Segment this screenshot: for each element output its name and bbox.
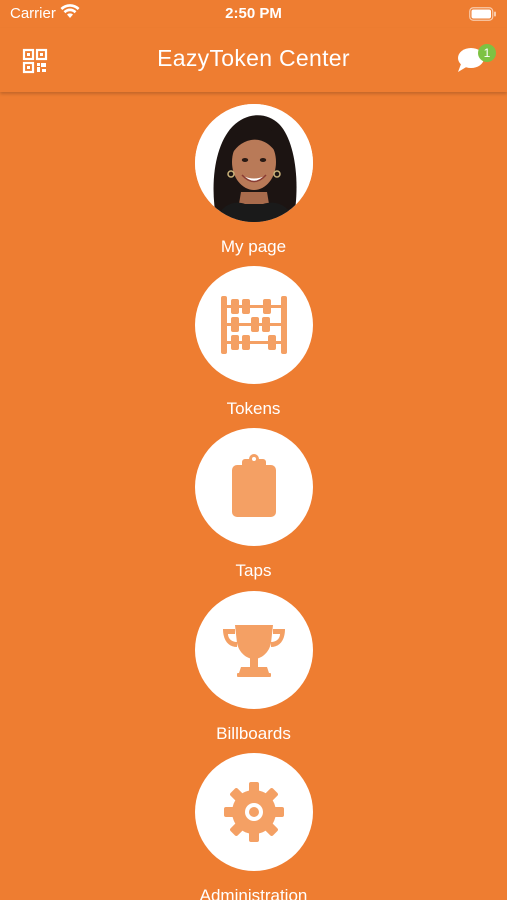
menu-label-taps: Taps	[235, 561, 272, 580]
clipboard-icon	[232, 454, 276, 517]
status-bar: Carrier 2:50 PM	[0, 0, 507, 28]
taps-button[interactable]	[195, 428, 313, 546]
menu-item-taps[interactable]: Taps	[0, 428, 507, 588]
menu-label-billboards: Billboards	[216, 724, 291, 743]
avatar-photo	[195, 104, 313, 222]
menu-item-billboards[interactable]: Billboards	[0, 591, 507, 751]
administration-button[interactable]	[195, 753, 313, 871]
status-time: 2:50 PM	[225, 5, 282, 22]
battery-icon	[469, 7, 497, 25]
menu-label-my-page: My page	[220, 237, 287, 256]
app-screen: Carrier 2:50 PM EazyToken Center 1 My pa…	[0, 0, 507, 900]
notification-badge: 1	[478, 44, 496, 62]
nav-bar: EazyToken Center 1	[0, 28, 507, 92]
abacus-icon	[221, 296, 287, 354]
menu-label-administration: Administration	[199, 886, 308, 900]
tokens-button[interactable]	[195, 266, 313, 384]
billboards-button[interactable]	[195, 591, 313, 709]
page-title: EazyToken Center	[157, 45, 350, 71]
menu-item-tokens[interactable]: Tokens	[0, 266, 507, 426]
menu-label-tokens: Tokens	[226, 399, 281, 418]
gear-icon	[224, 782, 284, 842]
avatar[interactable]	[195, 104, 313, 222]
trophy-icon	[223, 625, 285, 677]
menu-item-administration[interactable]: Administration	[0, 753, 507, 900]
menu-item-my-page[interactable]: My page	[0, 104, 507, 264]
